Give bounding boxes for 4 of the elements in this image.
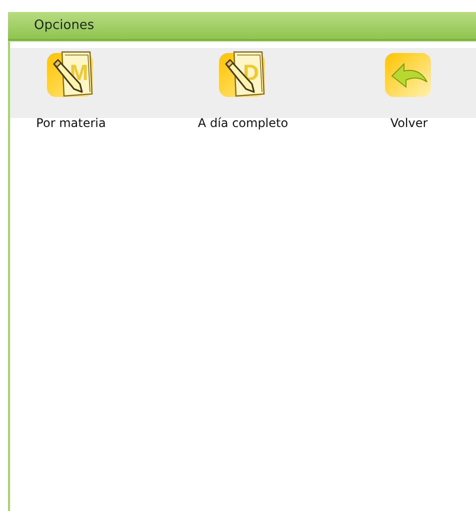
section-title: Opciones	[34, 18, 94, 33]
option-label[interactable]: Volver	[390, 116, 428, 130]
option-label[interactable]: A día completo	[198, 116, 288, 130]
option-label[interactable]: Por materia	[36, 116, 106, 130]
